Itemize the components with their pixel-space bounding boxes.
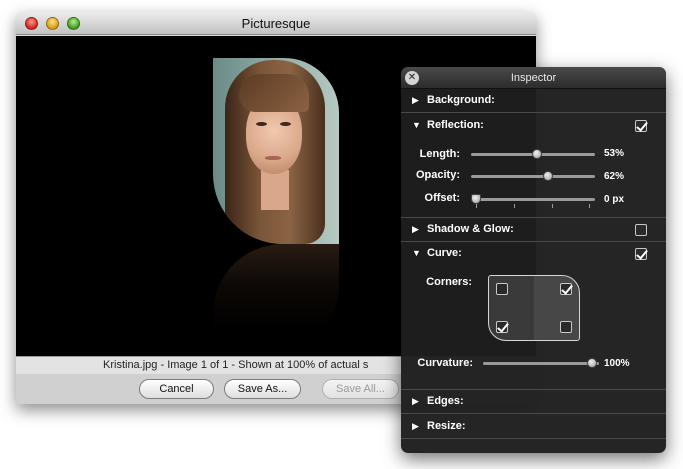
section-label: Resize:	[427, 420, 466, 432]
corner-bottom-left-checkbox[interactable]	[496, 321, 508, 333]
opacity-label: Opacity:	[415, 169, 460, 181]
offset-slider[interactable]	[471, 194, 595, 204]
corner-bottom-right-checkbox[interactable]	[560, 321, 572, 333]
section-label: Edges:	[427, 395, 464, 407]
title-bar[interactable]: Picturesque	[16, 12, 536, 35]
reflection-enabled-checkbox[interactable]	[635, 120, 647, 132]
disclosure-collapsed-icon[interactable]: ▶	[412, 224, 419, 235]
length-label: Length:	[419, 148, 460, 160]
section-label: Background:	[427, 94, 495, 106]
save-as-button[interactable]: Save As...	[224, 379, 301, 399]
curvature-slider-knob[interactable]	[587, 358, 597, 368]
close-icon[interactable]: ✕	[405, 71, 419, 85]
corner-top-right-checkbox[interactable]	[560, 283, 572, 295]
section-resize[interactable]: ▶ Resize:	[401, 415, 666, 439]
inspector-title-bar[interactable]: ✕ Inspector	[401, 67, 666, 89]
corners-selector	[488, 275, 580, 341]
section-label: Shadow & Glow:	[427, 223, 514, 235]
section-background[interactable]: ▶ Background:	[401, 89, 666, 113]
section-label: Reflection:	[427, 119, 484, 131]
disclosure-collapsed-icon[interactable]: ▶	[412, 95, 419, 106]
opacity-slider-knob[interactable]	[543, 171, 553, 181]
save-all-button[interactable]: Save All...	[322, 379, 399, 399]
curvature-value: 100%	[604, 358, 630, 369]
corners-label: Corners:	[426, 276, 472, 288]
curvature-label: Curvature:	[417, 357, 473, 369]
offset-value: 0 px	[604, 194, 625, 205]
section-edges[interactable]: ▶ Edges:	[401, 390, 666, 414]
inspector-title: Inspector	[510, 72, 557, 84]
corner-top-left-checkbox[interactable]	[496, 283, 508, 295]
length-slider[interactable]	[471, 149, 595, 159]
disclosure-collapsed-icon[interactable]: ▶	[412, 421, 419, 432]
offset-ticks	[476, 204, 590, 208]
curve-enabled-checkbox[interactable]	[635, 248, 647, 260]
length-value: 53%	[604, 148, 625, 159]
offset-label: Offset:	[424, 192, 460, 204]
offset-slider-knob[interactable]	[471, 194, 481, 204]
disclosure-collapsed-icon[interactable]: ▶	[412, 396, 419, 407]
length-slider-knob[interactable]	[532, 149, 542, 159]
cancel-button[interactable]: Cancel	[139, 379, 214, 399]
inspector-panel: ✕ Inspector ▶ Background: ▼ Reflection: …	[401, 67, 666, 453]
shadow-glow-enabled-checkbox[interactable]	[635, 224, 647, 236]
curvature-slider[interactable]	[483, 358, 599, 368]
opacity-value: 62%	[604, 171, 625, 182]
section-label: Curve:	[427, 247, 462, 259]
opacity-slider[interactable]	[471, 171, 595, 181]
section-shadow-glow[interactable]: ▶ Shadow & Glow:	[401, 218, 666, 242]
section-reflection: ▼ Reflection: Length: 53% Opacity: 62% O…	[401, 114, 666, 218]
photo-reflection	[213, 244, 339, 344]
window-title: Picturesque	[241, 16, 311, 31]
disclosure-expanded-icon[interactable]: ▼	[412, 248, 421, 258]
portrait-photo	[213, 58, 339, 244]
disclosure-expanded-icon[interactable]: ▼	[412, 120, 421, 130]
